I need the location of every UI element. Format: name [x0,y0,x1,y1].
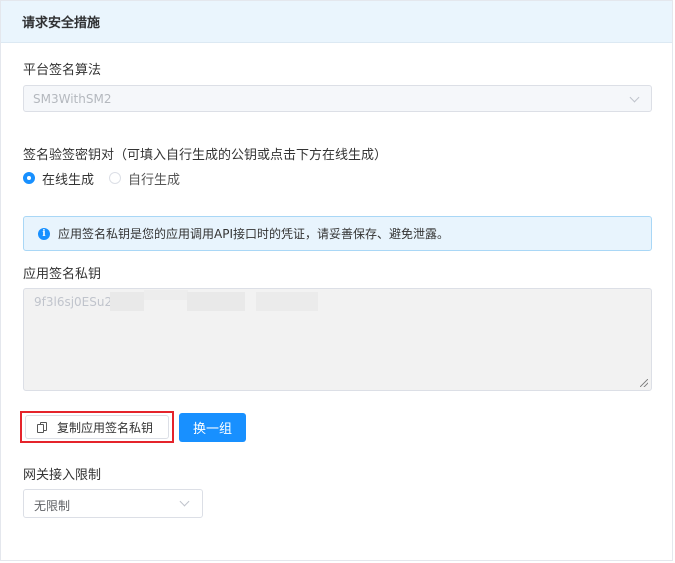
resize-handle-icon[interactable] [640,379,648,387]
radio-checked-icon [23,172,35,184]
radio-unchecked-icon [109,172,121,184]
radio-self-generate-label: 自行生成 [128,172,181,188]
chevron-down-icon [179,496,190,507]
info-alert: i 应用签名私钥是您的应用调用API接口时的凭证，请妥善保存、避免泄露。 [23,216,652,251]
info-icon: i [38,227,50,240]
redaction-block [187,292,245,311]
gateway-label: 网关接入限制 [23,468,102,483]
keypair-label: 签名验签密钥对（可填入自行生成的公钥或点击下方在线生成） [23,148,388,163]
copy-private-key-label: 复制应用签名私钥 [57,420,154,435]
radio-online-generate[interactable]: 在线生成 [23,170,95,188]
regenerate-button[interactable]: 换一组 [179,413,246,442]
algorithm-select[interactable]: SM3WithSM2 [23,85,652,112]
info-alert-text: 应用签名私钥是您的应用调用API接口时的凭证，请妥善保存、避免泄露。 [58,227,449,241]
radio-online-generate-label: 在线生成 [42,172,95,188]
private-key-label: 应用签名私钥 [23,267,102,282]
redaction-block [144,290,188,300]
panel-title: 请求安全措施 [1,1,672,43]
redaction-block [110,292,144,311]
radio-self-generate[interactable]: 自行生成 [109,170,181,188]
copy-private-key-button[interactable]: 复制应用签名私钥 [25,415,169,439]
gateway-select[interactable]: 无限制 [23,489,203,518]
copy-icon [37,421,47,433]
algorithm-select-value: SM3WithSM2 [33,92,112,106]
gateway-select-value: 无限制 [34,499,71,513]
redaction-block [256,292,318,311]
regenerate-label: 换一组 [192,422,232,437]
algorithm-label: 平台签名算法 [23,63,102,78]
private-key-textarea[interactable]: 9f3l6sj0ESu2… [23,288,652,391]
chevron-down-icon [629,92,640,103]
